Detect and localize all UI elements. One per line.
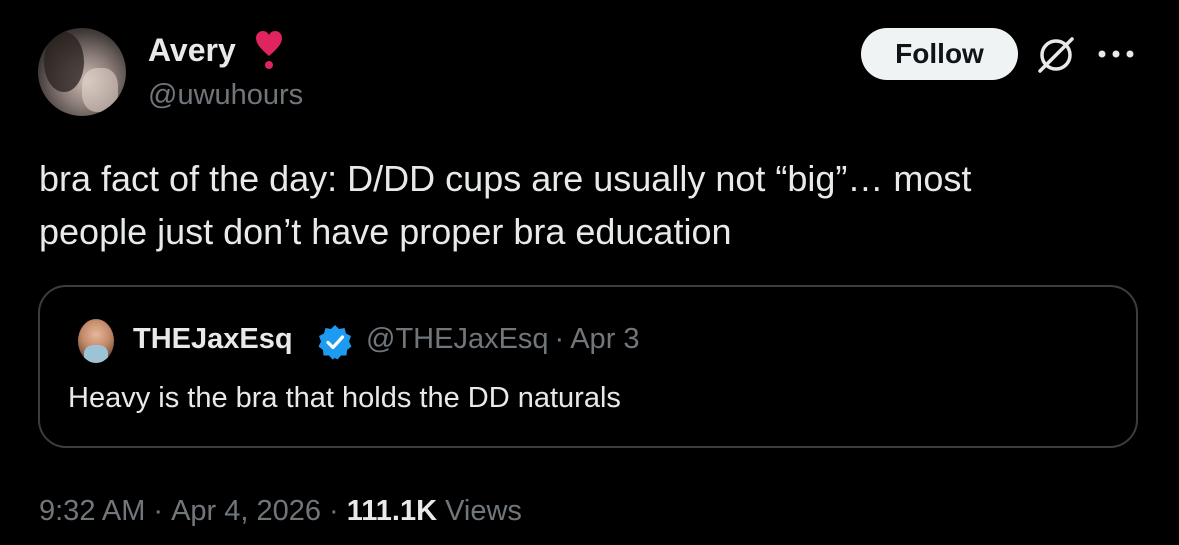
- author-avatar[interactable]: [38, 28, 126, 116]
- quote-date[interactable]: Apr 3: [570, 323, 639, 355]
- views-count: 111.1K: [346, 495, 438, 527]
- author-name[interactable]: Avery: [148, 31, 236, 69]
- quote-meta: @THEJaxEsq · Apr 3: [366, 321, 640, 357]
- author-handle[interactable]: @uwuhours: [148, 78, 303, 112]
- tweet-time[interactable]: 9:32 AM: [39, 495, 145, 527]
- quote-avatar-body: [84, 345, 108, 363]
- heart-exclamation-icon: [256, 31, 282, 69]
- tweet-footer: 9:32 AM · Apr 4, 2026 · 111.1K Views: [39, 492, 522, 530]
- tweet-text: bra fact of the day: D/DD cups are usual…: [39, 158, 972, 252]
- grok-icon[interactable]: [1034, 33, 1078, 77]
- views-label: Views: [445, 495, 522, 527]
- more-options-icon[interactable]: [1094, 44, 1138, 64]
- quote-separator: ·: [554, 323, 565, 355]
- verified-badge-icon: [318, 325, 352, 360]
- footer-separator-1: ·: [153, 495, 164, 527]
- quoted-tweet-card[interactable]: [38, 285, 1138, 448]
- avatar-highlight: [82, 68, 118, 112]
- tweet-date[interactable]: Apr 4, 2026: [171, 495, 321, 527]
- quote-author-avatar[interactable]: [78, 319, 114, 363]
- quote-author-name[interactable]: THEJaxEsq: [133, 321, 293, 357]
- footer-separator-2: ·: [329, 495, 339, 527]
- avatar-shading: [44, 32, 84, 92]
- quote-text: Heavy is the bra that holds the DD natur…: [68, 382, 621, 414]
- quote-author-handle[interactable]: @THEJaxEsq: [366, 323, 549, 355]
- follow-button[interactable]: Follow: [861, 28, 1018, 80]
